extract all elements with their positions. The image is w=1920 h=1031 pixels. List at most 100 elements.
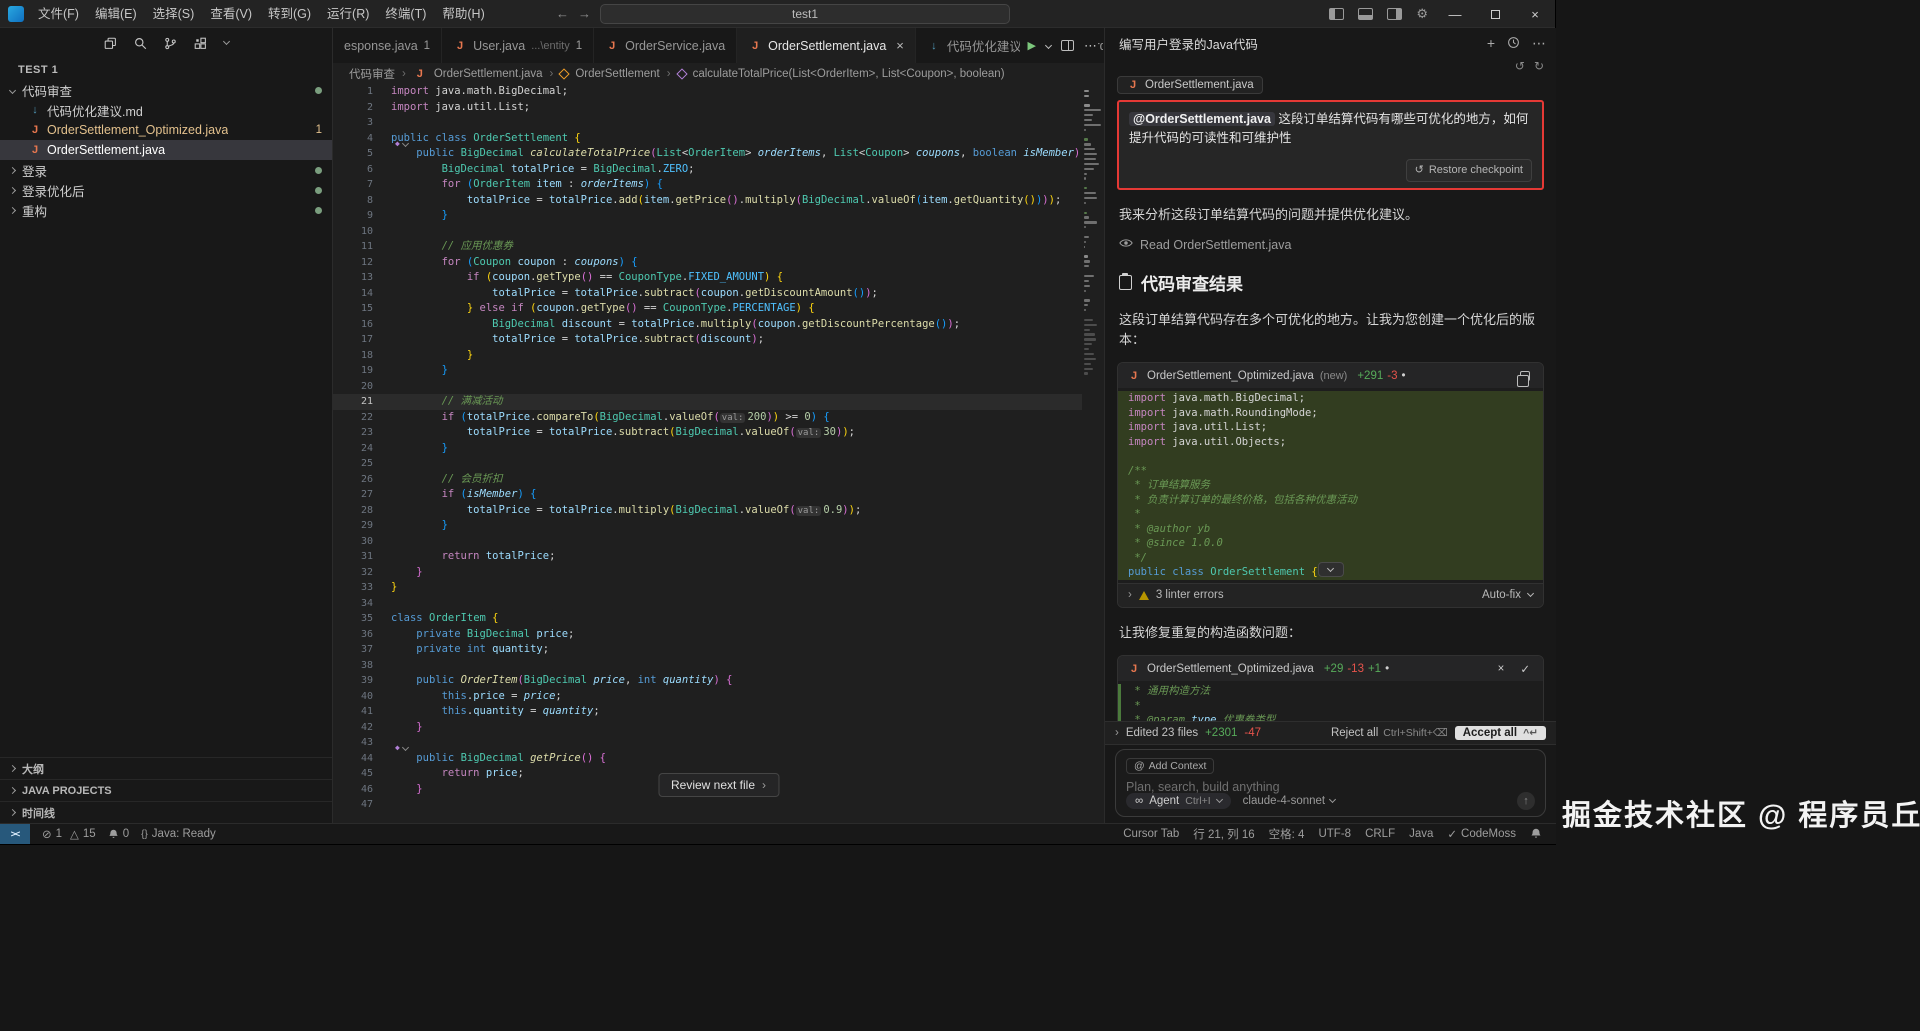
ai-edit-marker-icon[interactable]: ◆	[395, 743, 408, 752]
problems-indicator[interactable]: ⊘1 △15	[42, 827, 96, 841]
tab-label: esponse.java	[344, 39, 418, 53]
status-UTF-8[interactable]: UTF-8	[1318, 828, 1351, 840]
minimize-button[interactable]: —	[1435, 0, 1475, 28]
expand-code-button[interactable]	[1318, 562, 1344, 577]
chevron-down-icon[interactable]	[223, 38, 230, 45]
code-editor[interactable]: 1import java.math.BigDecimal;2import jav…	[333, 84, 1104, 823]
chevron-right-icon[interactable]: ›	[1115, 727, 1119, 739]
chevron-right-icon[interactable]: ›	[1128, 589, 1132, 601]
restore-checkpoint-button[interactable]: ↺ Restore checkpoint	[1406, 159, 1532, 182]
gear-icon[interactable]: ⚙	[1416, 6, 1428, 22]
history-icon[interactable]	[1507, 36, 1520, 51]
tab-esponse.java[interactable]: esponse.java1	[333, 28, 442, 63]
code-card-header[interactable]: J OrderSettlement_Optimized.java (new) +…	[1118, 363, 1543, 388]
breadcrumb[interactable]: 代码审查›JOrderSettlement.java›OrderSettleme…	[333, 63, 1104, 84]
maximize-button[interactable]	[1475, 0, 1515, 28]
new-chat-icon[interactable]: +	[1487, 36, 1495, 50]
add-context-chip[interactable]: @ Add Context	[1126, 758, 1214, 774]
more-actions-icon[interactable]: ⋯	[1532, 36, 1546, 50]
accept-file-icon[interactable]: ✓	[1520, 662, 1530, 676]
copy-icon[interactable]	[104, 37, 117, 50]
sidebar-section-JAVA PROJECTS[interactable]: JAVA PROJECTS	[0, 779, 332, 801]
menu-item[interactable]: 查看(V)	[202, 0, 260, 28]
split-editor-icon[interactable]	[1061, 40, 1074, 51]
nav-forward-icon[interactable]: →	[578, 0, 591, 28]
tree-file[interactable]: ↓代码优化建议.md	[0, 100, 332, 120]
status-bell[interactable]	[1530, 828, 1542, 840]
line-number: 20	[333, 379, 373, 395]
chat-scroll-area[interactable]: J OrderSettlement.java @OrderSettlement.…	[1105, 62, 1556, 721]
menu-item[interactable]: 运行(R)	[319, 0, 377, 28]
breadcrumb-item[interactable]: OrderSettlement.java	[434, 68, 543, 80]
tab-User.java[interactable]: JUser.java...\entity1	[442, 28, 594, 63]
tab-OrderSettlement.java[interactable]: JOrderSettlement.java×	[737, 28, 916, 63]
status-CodeMoss[interactable]: ✓CodeMoss	[1447, 827, 1516, 841]
chevron-down-icon[interactable]	[1527, 590, 1534, 597]
remote-indicator[interactable]: ><	[0, 824, 30, 844]
notifications-count[interactable]: 0	[108, 828, 129, 840]
model-selector[interactable]: claude-4-sonnet	[1243, 795, 1335, 807]
tree-folder[interactable]: 代码审查	[0, 80, 332, 100]
warning-icon: △	[70, 827, 79, 841]
line-number: 37	[333, 642, 373, 658]
status-Cursor Tab[interactable]: Cursor Tab	[1123, 828, 1179, 840]
status-空格: 4[interactable]: 空格: 4	[1269, 826, 1305, 842]
menu-item[interactable]: 转到(G)	[260, 0, 319, 28]
code-text: BigDecimal discount = totalPrice.multipl…	[373, 317, 960, 333]
breadcrumb-item[interactable]: OrderSettlement	[575, 68, 659, 80]
agent-mode-selector[interactable]: ∞ Agent Ctrl+I	[1126, 793, 1231, 809]
autofix-button[interactable]: Auto-fix	[1482, 589, 1521, 601]
workspace-title[interactable]: TEST 1	[0, 58, 332, 80]
chat-input-box[interactable]: @ Add Context ∞ Agent Ctrl+I claude-4-so…	[1115, 749, 1546, 817]
tree-item-label: 登录	[22, 161, 47, 180]
java-file-icon: J	[28, 144, 42, 156]
nav-back-icon[interactable]: ←	[556, 0, 569, 28]
code-text: if (totalPrice.compareTo(BigDecimal.valu…	[373, 410, 830, 426]
run-button[interactable]: ▶	[1028, 39, 1036, 52]
command-center-search[interactable]: test1	[600, 4, 1010, 24]
status-Java[interactable]: Java	[1409, 828, 1433, 840]
minimap[interactable]	[1082, 84, 1104, 823]
source-control-icon[interactable]	[164, 37, 177, 50]
send-button[interactable]: ↑	[1517, 792, 1535, 810]
tree-file[interactable]: JOrderSettlement.java	[0, 140, 332, 160]
close-icon[interactable]: ×	[896, 38, 904, 53]
read-file-row[interactable]: Read OrderSettlement.java	[1119, 237, 1542, 252]
context-file-chip[interactable]: J OrderSettlement.java	[1117, 76, 1263, 94]
copy-icon[interactable]	[1520, 371, 1530, 381]
status-label: CRLF	[1365, 828, 1395, 840]
java-status[interactable]: {} Java: Ready	[141, 828, 216, 840]
breadcrumb-item[interactable]: 代码审查	[349, 66, 395, 82]
menu-item[interactable]: 终端(T)	[377, 0, 434, 28]
tree-folder[interactable]: 登录	[0, 160, 332, 180]
toggle-sidebar-icon[interactable]	[1329, 8, 1344, 20]
menu-item[interactable]: 选择(S)	[145, 0, 203, 28]
menu-item[interactable]: 编辑(E)	[87, 0, 145, 28]
sidebar-section-大纲[interactable]: 大纲	[0, 757, 332, 779]
accept-all-button[interactable]: Accept all ^↵	[1455, 726, 1546, 740]
extensions-icon[interactable]	[194, 37, 207, 50]
menu-item[interactable]: 文件(F)	[30, 0, 87, 28]
toggle-panel-icon[interactable]	[1358, 8, 1373, 20]
code-text: // 应用优惠券	[373, 239, 513, 255]
chevron-down-icon[interactable]	[1045, 42, 1052, 49]
toggle-secondary-sidebar-icon[interactable]	[1387, 8, 1402, 20]
tree-file[interactable]: JOrderSettlement_Optimized.java1	[0, 120, 332, 140]
code-card-header[interactable]: J OrderSettlement_Optimized.java +29-13+…	[1118, 656, 1543, 681]
sidebar-section-时间线[interactable]: 时间线	[0, 801, 332, 823]
close-button[interactable]: ×	[1515, 0, 1555, 28]
review-next-file-button[interactable]: Review next file ›	[658, 773, 779, 797]
file-mention[interactable]: @OrderSettlement.java	[1129, 112, 1275, 126]
tab-OrderService.java[interactable]: JOrderService.java	[594, 28, 737, 63]
status-行 21, 列 16[interactable]: 行 21, 列 16	[1193, 826, 1254, 842]
breadcrumb-item[interactable]: calculateTotalPrice(List<OrderItem>, Lis…	[693, 68, 1005, 80]
more-actions-icon[interactable]: ⋯	[1084, 38, 1098, 54]
search-icon[interactable]	[134, 37, 147, 50]
menu-item[interactable]: 帮助(H)	[434, 0, 492, 28]
tree-folder[interactable]: 重构	[0, 200, 332, 220]
tree-folder[interactable]: 登录优化后	[0, 180, 332, 200]
ai-edit-marker-icon[interactable]: ◆	[395, 139, 408, 148]
reject-file-icon[interactable]: ×	[1498, 663, 1505, 675]
reject-all-button[interactable]: Reject all Ctrl+Shift+⌫	[1331, 727, 1448, 739]
status-CRLF[interactable]: CRLF	[1365, 828, 1395, 840]
